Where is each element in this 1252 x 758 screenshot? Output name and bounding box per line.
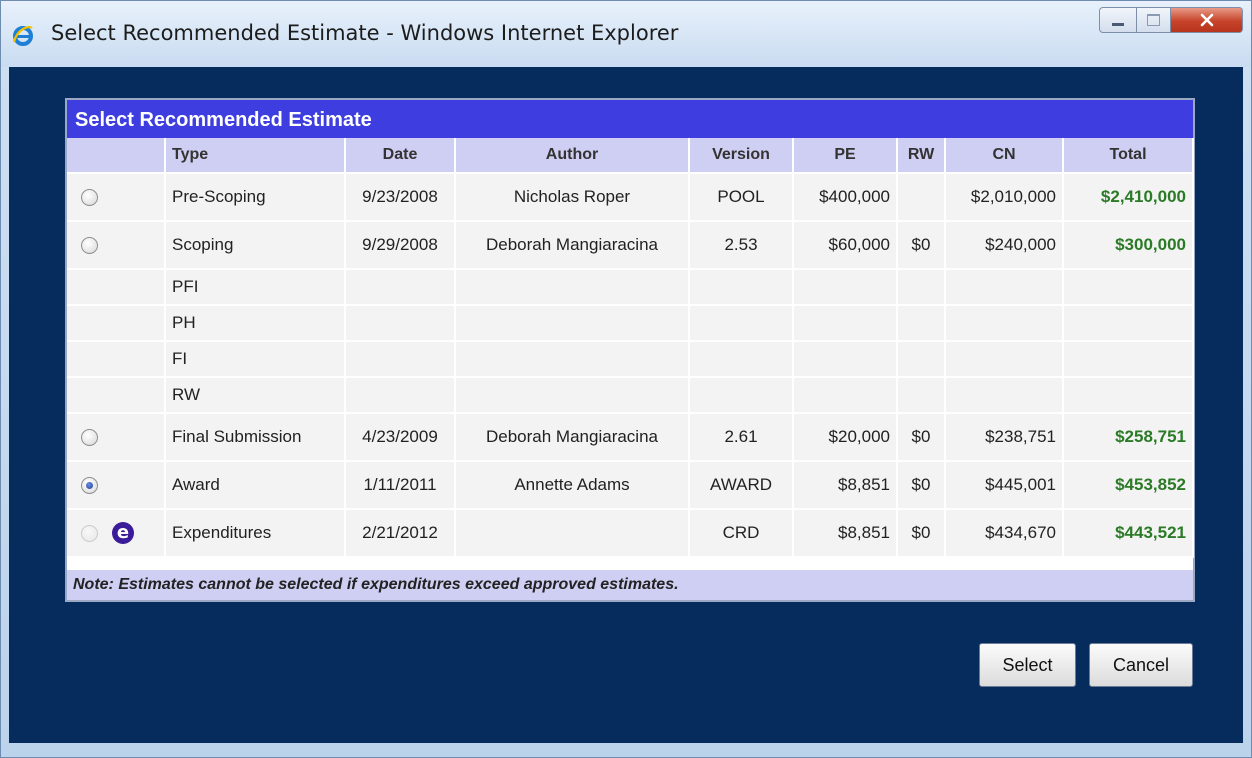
select-cell [67, 461, 166, 510]
author-cell: Deborah Mangiaracina [455, 221, 690, 270]
total-cell: $300,000 [1063, 221, 1194, 270]
version-cell: CRD [689, 509, 794, 558]
table-header-row: Type Date Author Version PE RW CN Total [67, 138, 1194, 174]
version-cell: POOL [689, 173, 794, 222]
type-cell: Scoping [165, 221, 346, 270]
version-cell: AWARD [689, 461, 794, 510]
column-header-pe: PE [793, 138, 898, 174]
estimate-radio[interactable] [81, 429, 98, 447]
type-cell: Final Submission [165, 413, 346, 462]
date-cell: 1/11/2011 [345, 461, 456, 510]
type-cell: Award [165, 461, 346, 510]
column-header-rw: RW [897, 138, 946, 174]
table-subrow: FI [67, 341, 1194, 378]
pe-cell: $20,000 [793, 413, 898, 462]
type-cell: Pre-Scoping [165, 173, 346, 222]
pe-cell: $8,851 [793, 461, 898, 510]
dialog-content: Select Recommended Estimate Type Date Au… [9, 67, 1243, 743]
type-cell: Expenditures [165, 509, 346, 558]
rw-cell: $0 [897, 461, 946, 510]
date-cell: 2/21/2012 [345, 509, 456, 558]
version-cell: 2.53 [689, 221, 794, 270]
e-icon: e [112, 522, 134, 544]
column-header-total: Total [1063, 138, 1194, 174]
estimate-radio-selected[interactable] [81, 477, 98, 495]
browser-window: Select Recommended Estimate - Windows In… [0, 0, 1252, 758]
select-cell: e [67, 509, 166, 558]
table-row[interactable]: Final Submission 4/23/2009 Deborah Mangi… [67, 413, 1194, 462]
cn-cell: $2,010,000 [945, 173, 1064, 222]
table-subrow: PFI [67, 269, 1194, 306]
table-row[interactable]: Scoping 9/29/2008 Deborah Mangiaracina 2… [67, 221, 1194, 270]
table-subrow: RW [67, 377, 1194, 414]
select-cell [67, 221, 166, 270]
estimate-panel: Select Recommended Estimate Type Date Au… [65, 98, 1195, 602]
type-cell: PH [165, 305, 346, 342]
estimate-radio[interactable] [81, 189, 98, 207]
column-header-date: Date [345, 138, 456, 174]
total-cell: $443,521 [1063, 509, 1194, 558]
type-cell: RW [165, 377, 346, 414]
type-cell: PFI [165, 269, 346, 306]
select-cell [67, 173, 166, 222]
author-cell: Deborah Mangiaracina [455, 413, 690, 462]
type-cell: FI [165, 341, 346, 378]
date-cell: 9/29/2008 [345, 221, 456, 270]
rw-cell [897, 173, 946, 222]
column-header-type: Type [165, 138, 346, 174]
column-header-author: Author [455, 138, 690, 174]
minimize-icon [1112, 22, 1124, 26]
estimate-radio[interactable] [81, 237, 98, 255]
estimate-radio-disabled [81, 524, 98, 542]
panel-title: Select Recommended Estimate [67, 100, 1193, 138]
pe-cell: $400,000 [793, 173, 898, 222]
estimate-table: Type Date Author Version PE RW CN Total … [67, 138, 1194, 558]
maximize-icon [1147, 14, 1160, 26]
title-bar[interactable]: Select Recommended Estimate - Windows In… [1, 1, 1251, 67]
author-cell: Nicholas Roper [455, 173, 690, 222]
ie-icon [12, 25, 33, 46]
select-button[interactable]: Select [979, 643, 1076, 687]
rw-cell: $0 [897, 509, 946, 558]
minimize-button[interactable] [1099, 7, 1137, 33]
cn-cell: $238,751 [945, 413, 1064, 462]
date-cell: 4/23/2009 [345, 413, 456, 462]
column-header-select [67, 138, 166, 174]
total-cell: $258,751 [1063, 413, 1194, 462]
table-row[interactable]: Award 1/11/2011 Annette Adams AWARD $8,8… [67, 461, 1194, 510]
version-cell: 2.61 [689, 413, 794, 462]
table-row: e Expenditures 2/21/2012 CRD $8,851 $0 $… [67, 509, 1194, 558]
total-cell: $453,852 [1063, 461, 1194, 510]
table-row[interactable]: Pre-Scoping 9/23/2008 Nicholas Roper POO… [67, 173, 1194, 222]
table-subrow: PH [67, 305, 1194, 342]
maximize-button[interactable] [1137, 7, 1171, 33]
select-cell [67, 413, 166, 462]
total-cell: $2,410,000 [1063, 173, 1194, 222]
rw-cell: $0 [897, 221, 946, 270]
date-cell: 9/23/2008 [345, 173, 456, 222]
column-header-cn: CN [945, 138, 1064, 174]
window-controls [1099, 7, 1243, 37]
cn-cell: $240,000 [945, 221, 1064, 270]
author-cell: Annette Adams [455, 461, 690, 510]
note-text: Note: Estimates cannot be selected if ex… [67, 570, 1193, 600]
cn-cell: $434,670 [945, 509, 1064, 558]
rw-cell: $0 [897, 413, 946, 462]
author-cell [455, 509, 690, 558]
pe-cell: $8,851 [793, 509, 898, 558]
close-button[interactable] [1171, 7, 1243, 33]
pe-cell: $60,000 [793, 221, 898, 270]
window-title: Select Recommended Estimate - Windows In… [51, 21, 679, 45]
cancel-button[interactable]: Cancel [1089, 643, 1193, 687]
column-header-version: Version [689, 138, 794, 174]
close-icon [1200, 13, 1213, 27]
cn-cell: $445,001 [945, 461, 1064, 510]
